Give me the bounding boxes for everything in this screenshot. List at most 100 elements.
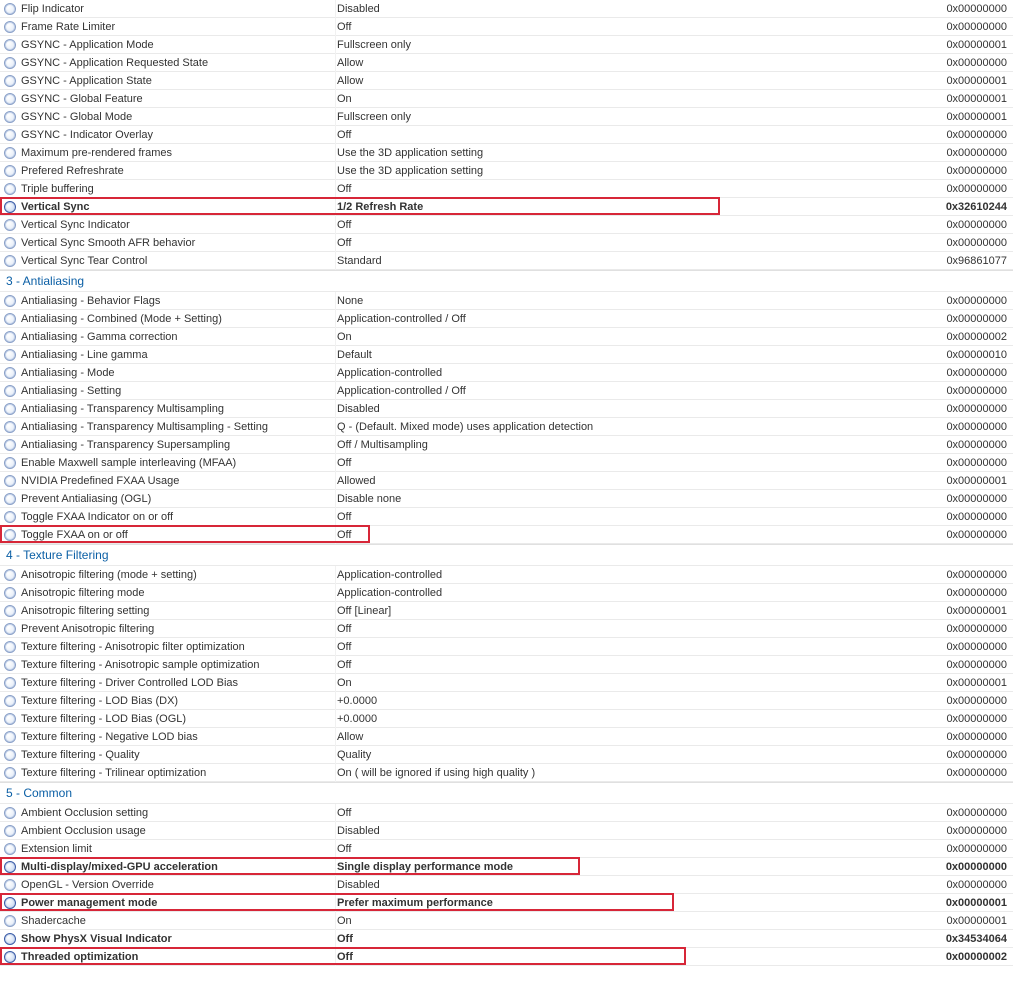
setting-row[interactable]: Antialiasing - Gamma correctionOn0x00000… [0,328,1013,346]
setting-row[interactable]: Texture filtering - Anisotropic filter o… [0,638,1013,656]
setting-value[interactable]: 1/2 Refresh Rate [335,198,931,216]
setting-value[interactable]: +0.0000 [335,692,931,710]
setting-row[interactable]: Texture filtering - Negative LOD biasAll… [0,728,1013,746]
setting-value[interactable]: On [335,912,931,930]
setting-value[interactable]: On [335,328,931,346]
setting-value[interactable]: Off [335,508,931,526]
section-header[interactable]: 3 - Antialiasing [0,270,1013,292]
setting-row[interactable]: Flip IndicatorDisabled0x00000000 [0,0,1013,18]
setting-value[interactable]: Quality [335,746,931,764]
setting-row[interactable]: Maximum pre-rendered framesUse the 3D ap… [0,144,1013,162]
setting-value[interactable]: Q - (Default. Mixed mode) uses applicati… [335,418,931,436]
setting-value[interactable]: Single display performance mode [335,858,931,876]
setting-row[interactable]: GSYNC - Global FeatureOn0x00000001 [0,90,1013,108]
setting-row[interactable]: Toggle FXAA Indicator on or offOff0x0000… [0,508,1013,526]
setting-row[interactable]: GSYNC - Global ModeFullscreen only0x0000… [0,108,1013,126]
setting-row[interactable]: Enable Maxwell sample interleaving (MFAA… [0,454,1013,472]
setting-row[interactable]: Antialiasing - Combined (Mode + Setting)… [0,310,1013,328]
setting-value[interactable]: Allow [335,72,931,90]
setting-value[interactable]: +0.0000 [335,710,931,728]
setting-value[interactable]: Off / Multisampling [335,436,931,454]
setting-value[interactable]: Off [335,18,931,36]
setting-row[interactable]: Texture filtering - Anisotropic sample o… [0,656,1013,674]
setting-row[interactable]: Toggle FXAA on or offOff0x00000000 [0,526,1013,544]
setting-value[interactable]: Disable none [335,490,931,508]
setting-value[interactable]: Off [335,454,931,472]
setting-row[interactable]: Extension limitOff0x00000000 [0,840,1013,858]
setting-value[interactable]: None [335,292,931,310]
setting-row[interactable]: Anisotropic filtering (mode + setting)Ap… [0,566,1013,584]
setting-row[interactable]: Antialiasing - Transparency Multisamplin… [0,400,1013,418]
setting-row[interactable]: Texture filtering - LOD Bias (OGL)+0.000… [0,710,1013,728]
setting-value[interactable]: Standard [335,252,931,270]
setting-row[interactable]: GSYNC - Indicator OverlayOff0x00000000 [0,126,1013,144]
setting-row[interactable]: Power management modePrefer maximum perf… [0,894,1013,912]
setting-value[interactable]: Off [335,126,931,144]
setting-value[interactable]: Off [Linear] [335,602,931,620]
setting-row[interactable]: Anisotropic filtering settingOff [Linear… [0,602,1013,620]
setting-value[interactable]: Prefer maximum performance [335,894,931,912]
setting-value[interactable]: Off [335,948,931,966]
setting-row[interactable]: Prefered RefreshrateUse the 3D applicati… [0,162,1013,180]
setting-row[interactable]: Ambient Occlusion settingOff0x00000000 [0,804,1013,822]
setting-value[interactable]: Allow [335,54,931,72]
setting-value[interactable]: Fullscreen only [335,108,931,126]
setting-value[interactable]: Fullscreen only [335,36,931,54]
setting-value[interactable]: Off [335,840,931,858]
setting-value[interactable]: Off [335,804,931,822]
setting-row[interactable]: Anisotropic filtering modeApplication-co… [0,584,1013,602]
setting-row[interactable]: Antialiasing - SettingApplication-contro… [0,382,1013,400]
setting-row[interactable]: GSYNC - Application Requested StateAllow… [0,54,1013,72]
setting-value[interactable]: Disabled [335,400,931,418]
setting-row[interactable]: Prevent Anisotropic filteringOff0x000000… [0,620,1013,638]
setting-row[interactable]: Ambient Occlusion usageDisabled0x0000000… [0,822,1013,840]
setting-row[interactable]: Triple bufferingOff0x00000000 [0,180,1013,198]
setting-row[interactable]: Multi-display/mixed-GPU accelerationSing… [0,858,1013,876]
setting-row[interactable]: Antialiasing - ModeApplication-controlle… [0,364,1013,382]
setting-row[interactable]: OpenGL - Version OverrideDisabled0x00000… [0,876,1013,894]
setting-value[interactable]: Off [335,930,931,948]
setting-row[interactable]: Texture filtering - Trilinear optimizati… [0,764,1013,782]
setting-row[interactable]: Vertical Sync IndicatorOff0x00000000 [0,216,1013,234]
setting-value[interactable]: Off [335,180,931,198]
setting-value[interactable]: Off [335,620,931,638]
setting-value[interactable]: Disabled [335,876,931,894]
setting-value[interactable]: On ( will be ignored if using high quali… [335,764,931,782]
setting-row[interactable]: Vertical Sync1/2 Refresh Rate0x32610244 [0,198,1013,216]
setting-row[interactable]: Frame Rate LimiterOff0x00000000 [0,18,1013,36]
setting-value[interactable]: Application-controlled [335,566,931,584]
section-header[interactable]: 5 - Common [0,782,1013,804]
setting-row[interactable]: GSYNC - Application StateAllow0x00000001 [0,72,1013,90]
setting-row[interactable]: Vertical Sync Smooth AFR behaviorOff0x00… [0,234,1013,252]
setting-row[interactable]: Threaded optimizationOff0x00000002 [0,948,1013,966]
setting-value[interactable]: Off [335,216,931,234]
setting-value[interactable]: Application-controlled / Off [335,382,931,400]
setting-row[interactable]: GSYNC - Application ModeFullscreen only0… [0,36,1013,54]
setting-row[interactable]: ShadercacheOn0x00000001 [0,912,1013,930]
setting-row[interactable]: Texture filtering - QualityQuality0x0000… [0,746,1013,764]
setting-row[interactable]: Vertical Sync Tear ControlStandard0x9686… [0,252,1013,270]
setting-value[interactable]: Off [335,656,931,674]
setting-value[interactable]: Allowed [335,472,931,490]
setting-value[interactable]: Use the 3D application setting [335,144,931,162]
setting-row[interactable]: Antialiasing - Behavior FlagsNone0x00000… [0,292,1013,310]
setting-value[interactable]: Application-controlled / Off [335,310,931,328]
setting-row[interactable]: Texture filtering - LOD Bias (DX)+0.0000… [0,692,1013,710]
section-header[interactable]: 4 - Texture Filtering [0,544,1013,566]
setting-value[interactable]: On [335,674,931,692]
setting-value[interactable]: Disabled [335,822,931,840]
setting-row[interactable]: Prevent Antialiasing (OGL)Disable none0x… [0,490,1013,508]
setting-row[interactable]: Antialiasing - Transparency Supersamplin… [0,436,1013,454]
setting-value[interactable]: Default [335,346,931,364]
setting-value[interactable]: Application-controlled [335,584,931,602]
setting-row[interactable]: Antialiasing - Line gammaDefault0x000000… [0,346,1013,364]
setting-row[interactable]: Texture filtering - Driver Controlled LO… [0,674,1013,692]
setting-value[interactable]: Disabled [335,0,931,18]
setting-value[interactable]: On [335,90,931,108]
setting-value[interactable]: Off [335,234,931,252]
setting-value[interactable]: Off [335,638,931,656]
setting-value[interactable]: Application-controlled [335,364,931,382]
setting-row[interactable]: Antialiasing - Transparency Multisamplin… [0,418,1013,436]
setting-value[interactable]: Allow [335,728,931,746]
setting-value[interactable]: Use the 3D application setting [335,162,931,180]
